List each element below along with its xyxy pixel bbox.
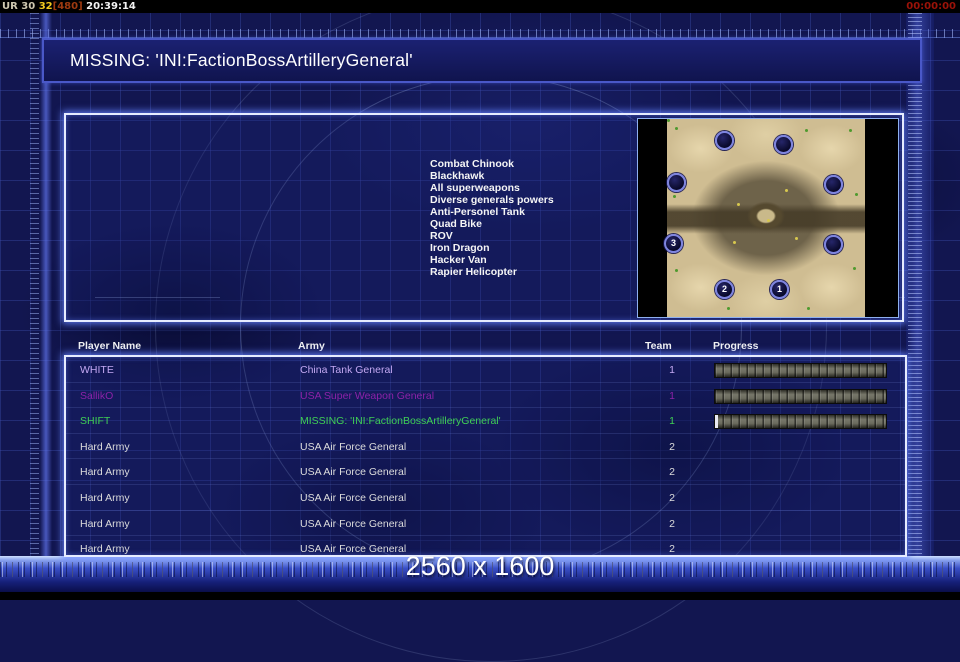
player-team: 1 bbox=[663, 364, 681, 376]
table-row: Hard Army USA Air Force General 2 bbox=[66, 511, 905, 537]
player-name: SHIFT bbox=[80, 415, 110, 427]
progress-bar bbox=[714, 414, 887, 429]
stats-fps: 32 bbox=[39, 1, 53, 12]
start-position-marker bbox=[774, 135, 793, 154]
header-army: Army bbox=[298, 340, 325, 352]
players-table-header: Player Name Army Team Progress bbox=[0, 340, 960, 353]
header-player-name: Player Name bbox=[78, 340, 141, 352]
header-progress: Progress bbox=[713, 340, 759, 352]
match-option: Anti-Personel Tank bbox=[430, 206, 554, 218]
status-bar: UR 30 32[480] 20:39:14 00:00:00 bbox=[0, 0, 960, 13]
start-position-marker bbox=[667, 173, 686, 192]
player-army: USA Air Force General bbox=[300, 492, 406, 504]
player-name: Hard Army bbox=[80, 518, 130, 530]
table-row: SallikO USA Super Weapon General 1 bbox=[66, 383, 905, 409]
match-option: ROV bbox=[430, 230, 554, 242]
player-name: Hard Army bbox=[80, 441, 130, 453]
player-army: USA Air Force General bbox=[300, 518, 406, 530]
match-info-panel: Combat Chinook Blackhawk All superweapon… bbox=[64, 113, 904, 322]
resolution-label: 2560 x 1600 bbox=[0, 551, 960, 582]
ruler-right bbox=[908, 13, 922, 592]
table-row: WHITE China Tank General 1 bbox=[66, 357, 905, 383]
start-position-marker: 3 bbox=[664, 234, 683, 253]
table-row: Hard Army USA Air Force General 2 bbox=[66, 459, 905, 485]
map-title-bar: MISSING: 'INI:FactionBossArtilleryGenera… bbox=[42, 38, 922, 83]
map-preview: 3 2 1 bbox=[637, 118, 899, 318]
player-army: MISSING: 'INI:FactionBossArtilleryGenera… bbox=[300, 415, 501, 427]
match-options-list: Combat Chinook Blackhawk All superweapon… bbox=[430, 158, 554, 278]
player-team: 2 bbox=[663, 518, 681, 530]
progress-bar bbox=[714, 363, 887, 378]
table-row: SHIFT MISSING: 'INI:FactionBossArtillery… bbox=[66, 408, 905, 434]
game-timer: 00:00:00 bbox=[906, 0, 956, 13]
players-table: WHITE China Tank General 1 SallikO USA S… bbox=[64, 355, 907, 557]
player-army: China Tank General bbox=[300, 364, 393, 376]
match-option: Blackhawk bbox=[430, 170, 554, 182]
start-position-marker: 1 bbox=[770, 280, 789, 299]
match-option: Rapier Helicopter bbox=[430, 266, 554, 278]
player-team: 1 bbox=[663, 415, 681, 427]
accent-band-left bbox=[40, 13, 52, 592]
stats-clock: 20:39:14 bbox=[86, 1, 136, 12]
player-team: 2 bbox=[663, 466, 681, 478]
player-team: 1 bbox=[663, 390, 681, 402]
player-team: 2 bbox=[663, 441, 681, 453]
player-name: WHITE bbox=[80, 364, 114, 376]
debug-stats: UR 30 32[480] 20:39:14 bbox=[2, 0, 136, 13]
ruler-top bbox=[0, 29, 960, 38]
table-row: Hard Army USA Air Force General 2 bbox=[66, 485, 905, 511]
start-position-marker bbox=[715, 131, 734, 150]
stats-metric: UR 30 bbox=[2, 1, 35, 12]
ruler-left bbox=[30, 13, 39, 592]
player-name: SallikO bbox=[80, 390, 113, 402]
player-name: Hard Army bbox=[80, 466, 130, 478]
match-option: Combat Chinook bbox=[430, 158, 554, 170]
match-option: Diverse generals powers bbox=[430, 194, 554, 206]
map-thumbnail bbox=[667, 119, 865, 317]
start-position-marker bbox=[824, 175, 843, 194]
player-army: USA Air Force General bbox=[300, 466, 406, 478]
match-option: Iron Dragon bbox=[430, 242, 554, 254]
player-team: 2 bbox=[663, 492, 681, 504]
header-team: Team bbox=[645, 340, 672, 352]
progress-bar bbox=[714, 389, 887, 404]
map-decoration-dots bbox=[667, 119, 670, 122]
start-position-marker: 2 bbox=[715, 280, 734, 299]
start-position-marker bbox=[824, 235, 843, 254]
map-title: MISSING: 'INI:FactionBossArtilleryGenera… bbox=[70, 50, 413, 71]
match-option: All superweapons bbox=[430, 182, 554, 194]
stats-frame-count: [480] bbox=[53, 1, 83, 12]
bottom-black-bar bbox=[0, 592, 960, 600]
match-option: Quad Bike bbox=[430, 218, 554, 230]
match-option: Hacker Van bbox=[430, 254, 554, 266]
table-row: Hard Army USA Air Force General 2 bbox=[66, 434, 905, 460]
player-army: USA Air Force General bbox=[300, 441, 406, 453]
player-army: USA Super Weapon General bbox=[300, 390, 434, 402]
player-name: Hard Army bbox=[80, 492, 130, 504]
